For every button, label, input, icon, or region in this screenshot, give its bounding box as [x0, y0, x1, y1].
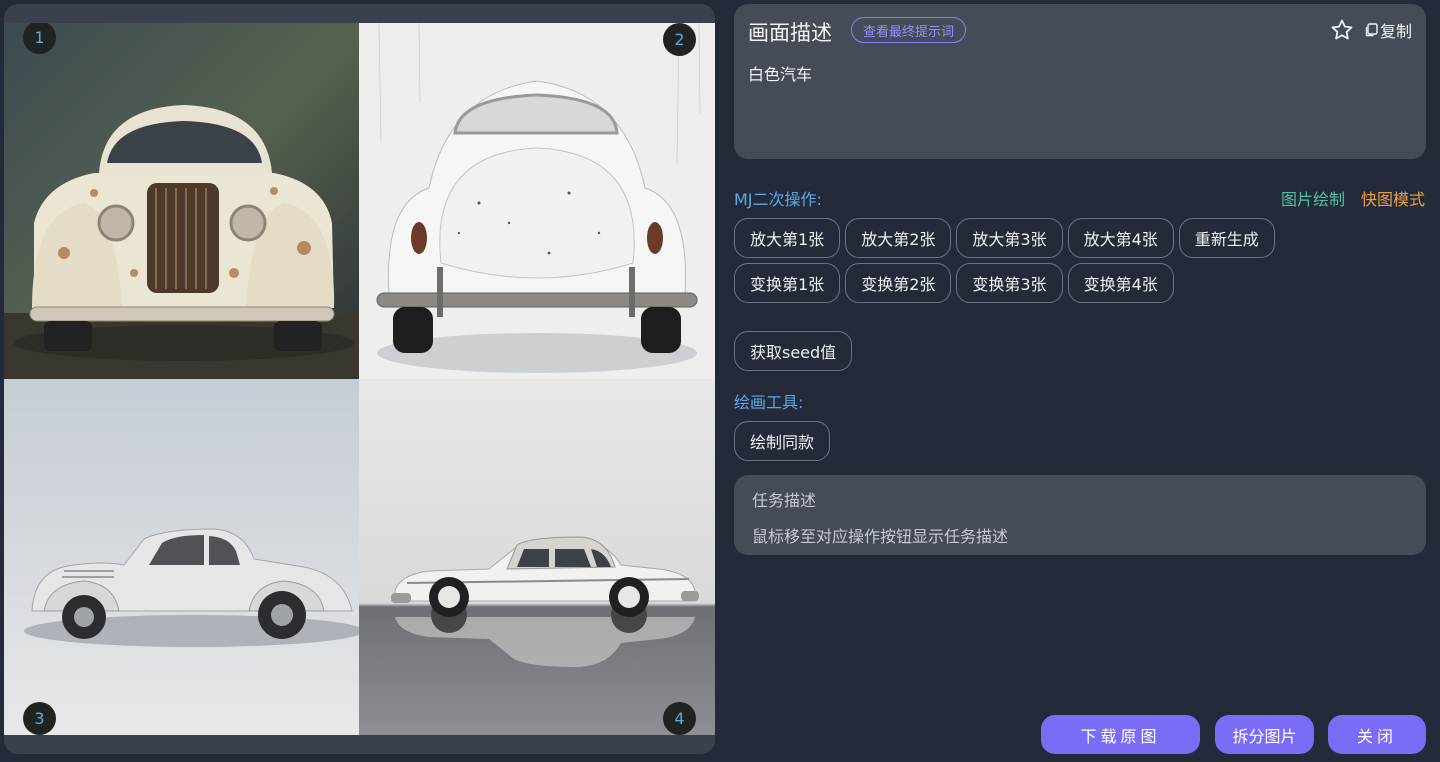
- image-index-badge-2: 2: [663, 23, 696, 56]
- task-description-title: 任务描述: [752, 491, 817, 510]
- image-grid-panel: 1 2 3 4: [4, 4, 715, 754]
- download-original-button[interactable]: 下载原图: [1041, 715, 1200, 754]
- split-image-button[interactable]: 拆分图片: [1215, 715, 1314, 754]
- star-favorite-icon[interactable]: [1330, 18, 1354, 42]
- copy-icon: [1365, 23, 1378, 37]
- upscale-button-row: 放大第1张 放大第2张 放大第3张 放大第4张 重新生成: [734, 218, 1275, 258]
- upscale-1-button[interactable]: 放大第1张: [734, 218, 841, 258]
- description-text: 白色汽车: [748, 65, 813, 84]
- variation-button-row: 变换第1张 变换第2张 变换第3张 变换第4张: [734, 263, 1174, 303]
- grid-image-4[interactable]: 4: [359, 379, 715, 735]
- white-beetle-rear-image: [359, 23, 715, 379]
- image-index-badge-4: 4: [663, 702, 696, 735]
- vintage-car-front-image: [4, 23, 359, 379]
- view-final-prompt-button[interactable]: 查看最终提示词: [851, 17, 967, 43]
- task-description-text: 鼠标移至对应操作按钮显示任务描述: [752, 527, 1009, 546]
- variation-1-button[interactable]: 变换第1张: [734, 263, 841, 303]
- grid-image-1[interactable]: 1: [4, 23, 359, 379]
- tools-button-row: 绘制同款: [734, 421, 831, 461]
- grid-image-2[interactable]: 2: [359, 23, 715, 379]
- close-button[interactable]: 关闭: [1328, 715, 1426, 754]
- get-seed-button[interactable]: 获取seed值: [734, 331, 853, 371]
- prompt-description-card: 画面描述 查看最终提示词 复制 白色汽车: [734, 4, 1426, 159]
- image-grid: 1 2 3 4: [4, 23, 715, 735]
- regenerate-button[interactable]: 重新生成: [1178, 218, 1275, 258]
- fast-mode-link[interactable]: 快图模式: [1361, 186, 1425, 210]
- white-coupe-side-image: [4, 379, 359, 735]
- upscale-3-button[interactable]: 放大第3张: [956, 218, 1063, 258]
- upscale-4-button[interactable]: 放大第4张: [1067, 218, 1174, 258]
- grid-image-3[interactable]: 3: [4, 379, 359, 735]
- description-actions: 复制: [1330, 18, 1412, 42]
- description-title: 画面描述: [748, 21, 832, 45]
- drawing-tools-label: 绘画工具:: [734, 393, 804, 412]
- variation-3-button[interactable]: 变换第3张: [956, 263, 1063, 303]
- upscale-2-button[interactable]: 放大第2张: [845, 218, 952, 258]
- image-index-badge-3: 3: [23, 702, 56, 735]
- white-sedan-reflection-image: [359, 379, 715, 735]
- seed-button-row: 获取seed值: [734, 331, 853, 371]
- variation-2-button[interactable]: 变换第2张: [845, 263, 952, 303]
- task-description-card: 任务描述 鼠标移至对应操作按钮显示任务描述: [734, 475, 1426, 555]
- variation-4-button[interactable]: 变换第4张: [1067, 263, 1174, 303]
- copy-label: 复制: [1379, 22, 1412, 41]
- draw-same-style-button[interactable]: 绘制同款: [734, 421, 831, 461]
- copy-button[interactable]: 复制: [1364, 18, 1412, 42]
- image-draw-link[interactable]: 图片绘制: [1281, 186, 1345, 210]
- mj-operations-label: MJ二次操作:: [734, 190, 822, 209]
